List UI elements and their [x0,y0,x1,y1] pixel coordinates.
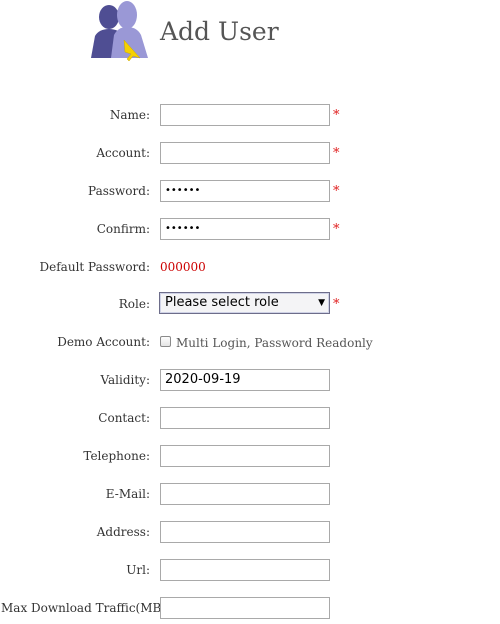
form-row-demo-account: Demo Account: Multi Login, Password Read… [0,330,500,354]
contact-input[interactable] [160,407,330,429]
form-row-max-download: Max Download Traffic(MB)： [0,596,500,620]
address-input[interactable] [160,521,330,543]
name-input[interactable] [160,104,330,126]
max-download-label: Max Download Traffic(MB)： [1,601,179,615]
max-download-input[interactable] [160,597,330,619]
page-title: Add User [160,17,279,46]
account-label: Account: [96,146,150,160]
required-marker: * [333,297,340,312]
form-row-address: Address: [0,520,500,544]
url-input[interactable] [160,559,330,581]
form-row-confirm: Confirm: •••••• * [0,217,500,241]
default-password-value: 000000 [160,260,206,274]
contact-label: Contact: [98,411,150,425]
demo-account-label: Demo Account: [57,335,150,349]
form-row-telephone: Telephone: [0,444,500,468]
required-marker: * [333,146,340,161]
form-row-contact: Contact: [0,406,500,430]
form-row-password: Password: •••••• * [0,179,500,203]
role-select-value: Please select role [165,295,279,310]
required-marker: * [333,222,340,237]
confirm-password-input[interactable]: •••••• [160,218,330,240]
default-password-label: Default Password: [39,260,150,274]
form-row-name: Name: * [0,103,500,127]
required-marker: * [333,108,340,123]
form-row-account: Account: * [0,141,500,165]
password-label: Password: [88,184,150,198]
form-row-url: Url: [0,558,500,582]
password-input[interactable]: •••••• [160,180,330,202]
dropdown-arrow-icon: ▼ [318,298,325,308]
form-row-default-password: Default Password: 000000 [0,255,500,279]
confirm-label: Confirm: [96,222,150,236]
address-label: Address: [96,525,150,539]
name-label: Name: [109,108,150,122]
role-select[interactable]: Please select role ▼ [159,292,330,314]
users-add-icon [89,0,149,62]
email-label: E-Mail: [105,487,150,501]
validity-input[interactable]: 2020-09-19 [160,369,330,391]
form-row-role: Role: Please select role ▼ * [0,292,500,316]
role-label: Role: [118,297,150,311]
email-input[interactable] [160,483,330,505]
url-label: Url: [126,563,150,577]
demo-account-checkbox[interactable] [160,336,171,347]
required-marker: * [333,184,340,199]
telephone-label: Telephone: [83,449,150,463]
validity-label: Validity: [100,373,150,387]
form-row-email: E-Mail: [0,482,500,506]
form-row-validity: Validity: 2020-09-19 [0,368,500,392]
account-input[interactable] [160,142,330,164]
telephone-input[interactable] [160,445,330,467]
demo-account-option-label[interactable]: Multi Login, Password Readonly [176,330,373,354]
